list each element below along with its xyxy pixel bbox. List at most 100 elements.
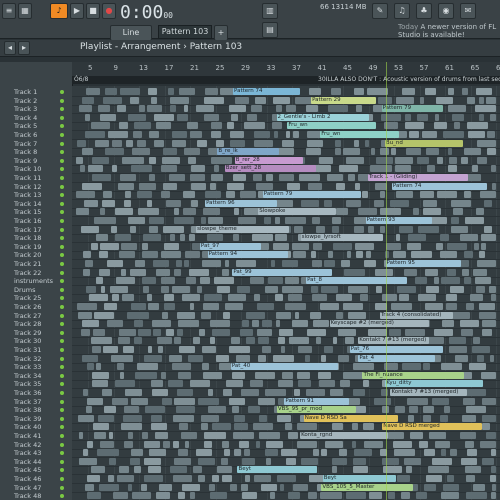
clip-block[interactable] — [107, 260, 124, 267]
clip-block[interactable] — [103, 406, 116, 414]
clip-block[interactable] — [213, 165, 219, 173]
clip-block[interactable] — [286, 131, 291, 138]
clip-block[interactable] — [332, 466, 338, 474]
track-header[interactable]: Track 27 — [0, 312, 72, 320]
track-mute-led[interactable] — [60, 399, 64, 404]
clip-block[interactable] — [86, 363, 94, 371]
clip-block[interactable] — [198, 328, 206, 336]
clip-block[interactable] — [389, 328, 401, 336]
clip-block[interactable] — [76, 208, 89, 216]
clip-block[interactable] — [486, 131, 496, 138]
clip-block[interactable] — [344, 268, 366, 276]
clip-block[interactable] — [93, 423, 110, 431]
clip-labeled[interactable]: Bu_nd — [384, 139, 463, 147]
clip-block[interactable] — [293, 251, 307, 259]
clip-block[interactable] — [338, 165, 359, 173]
clip-labeled[interactable]: Track 4 (consolidated) — [379, 311, 454, 319]
clip-block[interactable] — [203, 294, 222, 302]
clip-block[interactable] — [243, 449, 251, 457]
clip-block[interactable] — [473, 337, 481, 345]
clip-block[interactable] — [202, 346, 216, 353]
track-mute-led[interactable] — [60, 236, 64, 241]
clip-block[interactable] — [222, 311, 231, 319]
clip-block[interactable] — [381, 389, 389, 396]
clip-block[interactable] — [254, 131, 271, 138]
clip-block[interactable] — [106, 320, 123, 328]
nav-back-icon[interactable]: ◂ — [4, 41, 16, 55]
clip-block[interactable] — [242, 457, 256, 465]
clip-block[interactable] — [138, 328, 151, 336]
clip-block[interactable] — [84, 131, 105, 138]
clip-block[interactable] — [82, 96, 95, 104]
clip-block[interactable] — [420, 191, 434, 199]
clip-block[interactable] — [447, 268, 457, 276]
track-mute-led[interactable] — [60, 184, 64, 189]
clip-block[interactable] — [327, 251, 334, 259]
clip-block[interactable] — [423, 363, 430, 371]
clip-block[interactable] — [490, 466, 496, 474]
clip-block[interactable] — [404, 113, 412, 121]
clip-block[interactable] — [138, 182, 157, 190]
clip-block[interactable] — [293, 225, 303, 233]
clip-block[interactable] — [279, 328, 294, 336]
clip-block[interactable] — [112, 492, 129, 500]
clip-block[interactable] — [463, 251, 474, 259]
clip-block[interactable] — [131, 449, 143, 457]
clip-block[interactable] — [167, 380, 183, 388]
clip-block[interactable] — [151, 320, 172, 328]
clip-block[interactable] — [111, 165, 118, 173]
clip-block[interactable] — [123, 346, 134, 353]
track-mute-led[interactable] — [60, 391, 64, 395]
track-header[interactable]: Track 8 — [0, 148, 72, 156]
clip-block[interactable] — [310, 251, 317, 259]
clip-block[interactable] — [335, 139, 342, 147]
clip-block[interactable] — [464, 217, 485, 224]
clip-block[interactable] — [202, 363, 210, 371]
track-mute-led[interactable] — [60, 158, 64, 163]
clip-block[interactable] — [92, 174, 111, 181]
clip-block[interactable] — [211, 131, 221, 138]
clip-block[interactable] — [231, 371, 245, 379]
clip-block[interactable] — [134, 320, 143, 328]
clip-block[interactable] — [491, 483, 496, 491]
clip-block[interactable] — [376, 156, 393, 164]
clip-block[interactable] — [375, 268, 394, 276]
clip-block[interactable] — [306, 328, 326, 336]
clip-block[interactable] — [252, 234, 273, 242]
clip-block[interactable] — [99, 113, 116, 121]
clip-block[interactable] — [276, 311, 292, 319]
clip-block[interactable] — [446, 303, 458, 310]
clip-block[interactable] — [426, 475, 443, 482]
marker-lane[interactable]: Ó6/8 30ILLA ALSO DON'T : Acoustic version… — [72, 76, 500, 84]
clip-block[interactable] — [417, 225, 439, 233]
clip-block[interactable] — [234, 449, 241, 457]
clip-block[interactable] — [221, 268, 230, 276]
track-mute-led[interactable] — [60, 425, 64, 430]
clip-block[interactable] — [390, 303, 412, 310]
clip-block[interactable] — [177, 113, 188, 121]
clip-block[interactable] — [123, 414, 142, 422]
clip-block[interactable] — [107, 131, 128, 138]
clip-block[interactable] — [472, 268, 488, 276]
clip-block[interactable] — [110, 225, 117, 233]
clip-block[interactable] — [340, 260, 350, 267]
track-mute-led[interactable] — [60, 459, 64, 464]
clip-block[interactable] — [85, 88, 100, 95]
clip-block[interactable] — [158, 483, 173, 491]
clip-block[interactable] — [271, 260, 276, 267]
clip-block[interactable] — [148, 449, 166, 457]
clip-labeled[interactable]: Nave D RSD merged — [382, 423, 483, 431]
clip-block[interactable] — [232, 432, 254, 439]
clip-block[interactable] — [466, 389, 486, 396]
clip-labeled[interactable]: Pat_40 — [230, 363, 338, 371]
clip-block[interactable] — [265, 174, 274, 181]
clip-labeled[interactable]: B_rer_28 — [234, 156, 303, 164]
clip-block[interactable] — [99, 208, 106, 216]
clip-block[interactable] — [462, 397, 475, 405]
clip-block[interactable] — [229, 131, 245, 138]
clip-block[interactable] — [477, 156, 488, 164]
clip-block[interactable] — [129, 96, 139, 104]
clip-block[interactable] — [162, 156, 181, 164]
clip-block[interactable] — [255, 440, 261, 448]
clip-block[interactable] — [481, 423, 491, 431]
